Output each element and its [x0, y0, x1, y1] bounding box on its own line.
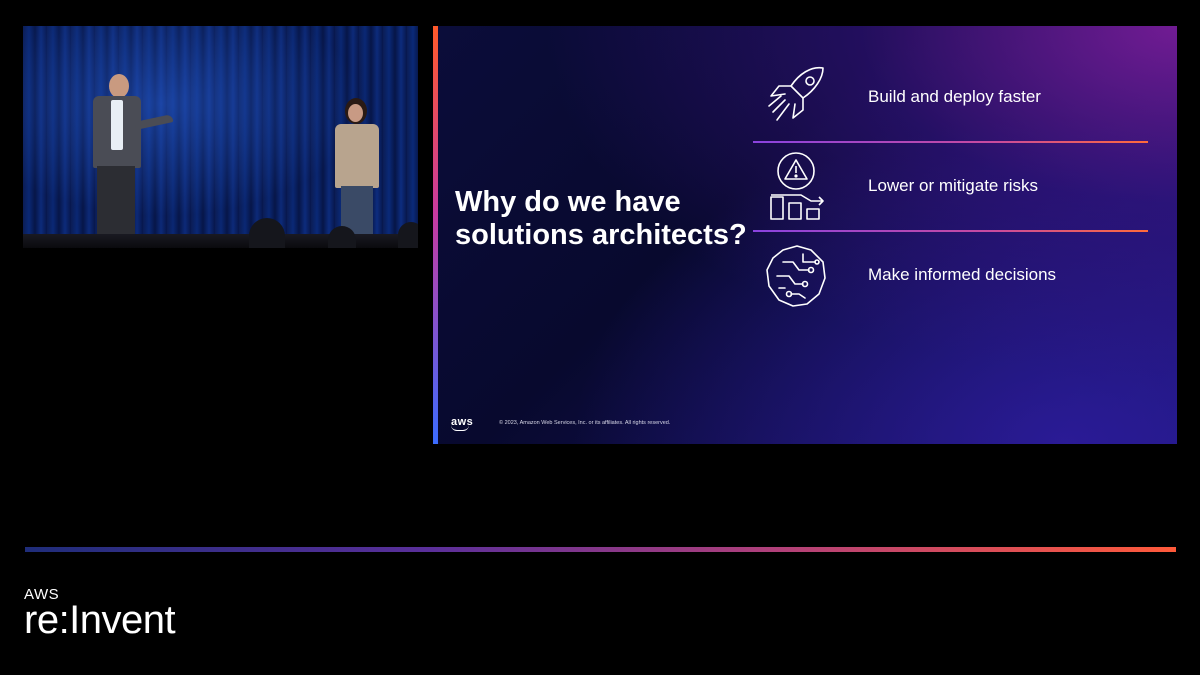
decorative-gradient-line [25, 547, 1176, 552]
copyright-notice: © 2023, Amazon Web Services, Inc. or its… [499, 420, 671, 426]
slide-item-decisions: Make informed decisions [753, 232, 1148, 318]
stage-video-feed [23, 26, 418, 248]
audience-silhouette [249, 218, 285, 248]
speaker-man [91, 74, 174, 244]
slide-item-label: Make informed decisions [868, 265, 1057, 284]
audience-silhouette [328, 226, 356, 248]
presentation-slide: Why do we have solutions architects? Bui… [433, 26, 1177, 444]
stage-floor [23, 234, 418, 248]
aws-logo-text: aws [451, 416, 474, 428]
brain-circuit-icon [763, 240, 829, 310]
slide-accent-bar [433, 26, 438, 444]
slide-item-build-deploy: Build and deploy faster [753, 54, 1148, 140]
event-brand-logo: AWS re:Invent [24, 587, 176, 642]
aws-logo: aws [451, 416, 473, 431]
audience-silhouette [398, 222, 418, 248]
slide-item-label: Lower or mitigate risks [868, 176, 1039, 195]
slide-item-label: Build and deploy faster [868, 87, 1041, 106]
slide-item-risks: Lower or mitigate risks [753, 143, 1148, 229]
risk-warning-chart-icon [763, 151, 829, 221]
rocket-icon [763, 62, 829, 132]
brand-event-text: re:Invent [24, 598, 176, 642]
slide-title: Why do we have solutions architects? [455, 186, 747, 251]
